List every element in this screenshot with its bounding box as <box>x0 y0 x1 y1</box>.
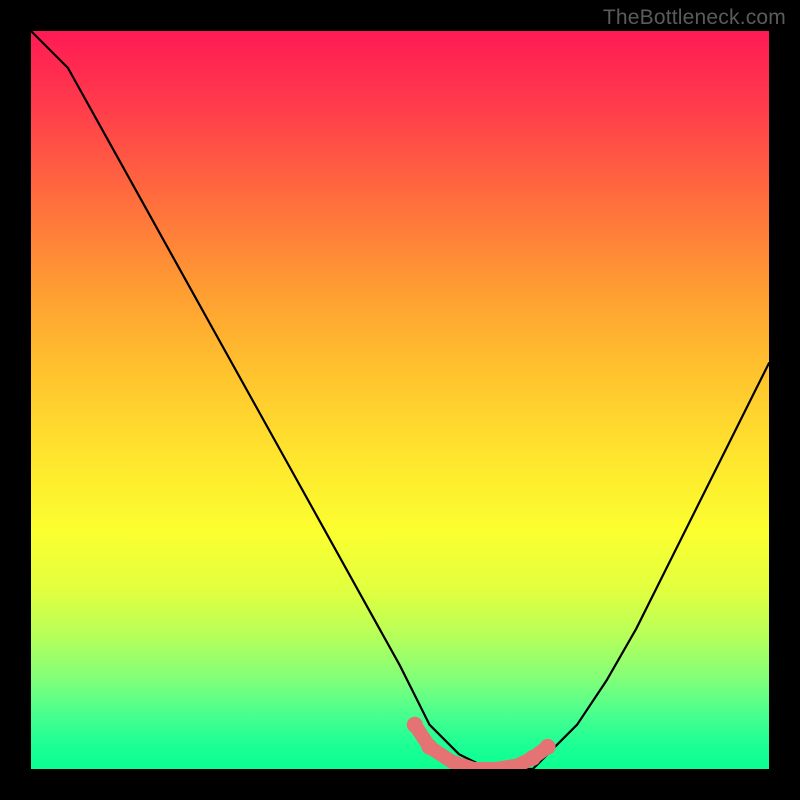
marker-dot <box>422 739 438 755</box>
marker-dot <box>407 717 423 733</box>
watermark-text: TheBottleneck.com <box>603 6 786 30</box>
marker-dot <box>540 739 556 755</box>
marker-dot <box>525 750 541 766</box>
chart-frame: TheBottleneck.com <box>0 0 800 800</box>
bottleneck-curve <box>31 31 769 769</box>
chart-svg <box>31 31 769 769</box>
plot-area <box>31 31 769 769</box>
